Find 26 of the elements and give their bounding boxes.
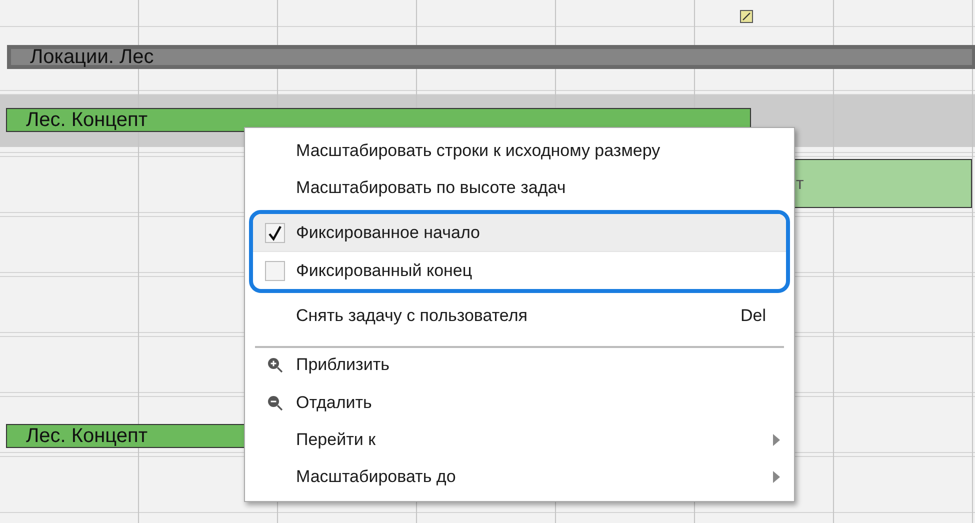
menu-item-label: Фиксированное начало xyxy=(296,222,482,242)
menu-item[interactable]: Фиксированный конец xyxy=(253,251,786,289)
menu-item[interactable]: Перейти к xyxy=(253,421,786,458)
menu-item[interactable]: Приблизить xyxy=(253,346,786,384)
menu-item-label: Перейти к xyxy=(296,430,377,450)
menu-item-label: Масштабировать по высоте задач xyxy=(296,178,567,198)
menu-item-label: Отдалить xyxy=(296,392,373,412)
menu-item-label: Масштабировать до xyxy=(296,466,457,486)
group-bar[interactable]: Локации. Лес xyxy=(7,45,975,69)
menu-item-label: Масштабировать строки к исходному размеру xyxy=(296,140,662,160)
note-icon[interactable] xyxy=(740,10,753,23)
task-bar[interactable]: Лес. Концепт xyxy=(6,424,245,448)
shortcut-label: Del xyxy=(740,306,766,326)
checkbox[interactable] xyxy=(264,260,284,280)
menu-item[interactable]: Снять задачу с пользователя Del xyxy=(253,297,786,334)
submenu-arrow-icon xyxy=(773,470,780,482)
zoom-out-icon xyxy=(266,394,282,410)
menu-item[interactable]: Масштабировать до xyxy=(253,458,786,495)
menu-item-label: Приблизить xyxy=(296,355,390,375)
checkbox[interactable] xyxy=(264,222,284,242)
menu-item[interactable]: Отдалить xyxy=(253,384,786,421)
menu-item-label: Снять задачу с пользователя xyxy=(296,306,528,326)
submenu-arrow-icon xyxy=(773,434,780,446)
menu-item-label: Фиксированный конец xyxy=(296,260,474,280)
menu-item[interactable]: Фиксированное начало xyxy=(253,214,786,251)
zoom-in-icon xyxy=(266,357,282,373)
